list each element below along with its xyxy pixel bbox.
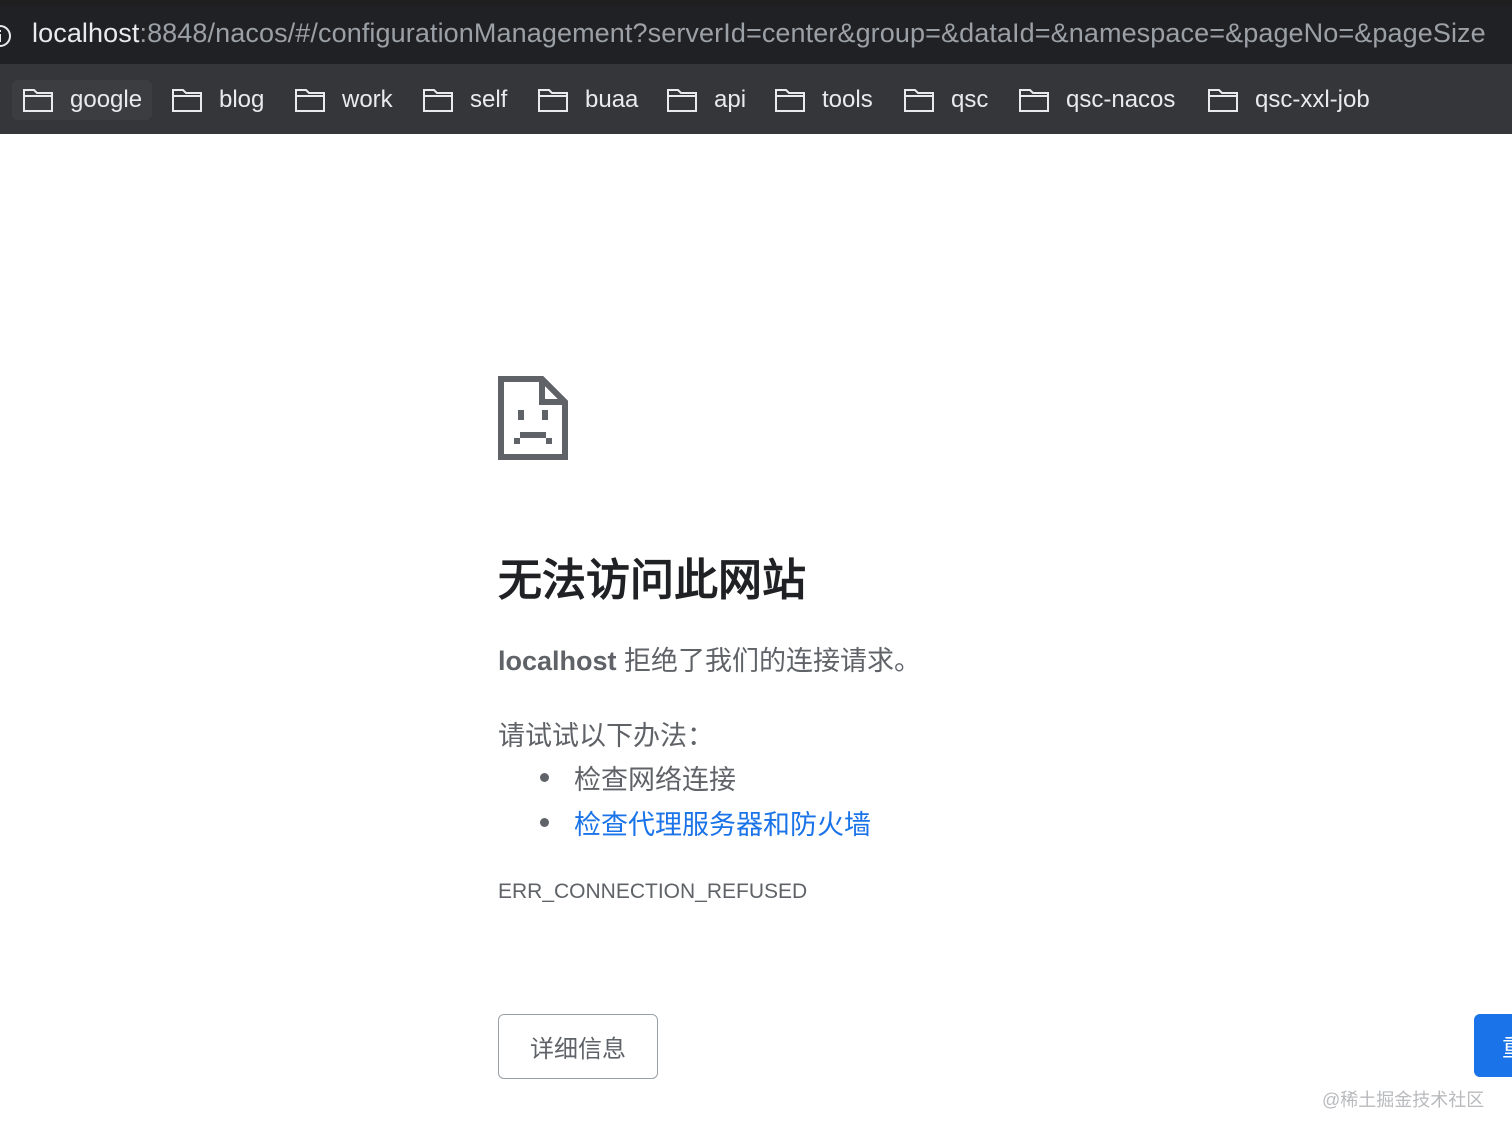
folder-icon	[295, 89, 325, 112]
error-host: localhost	[498, 646, 617, 676]
watermark: @稀土掘金技术社区	[1322, 1090, 1485, 1110]
error-code: ERR_CONNECTION_REFUSED	[498, 880, 808, 903]
info-icon[interactable]	[0, 24, 12, 48]
address-bar[interactable]: localhost:8848/nacos/#/configurationMana…	[0, 6, 1512, 64]
bookmark-folder-self[interactable]: self	[422, 80, 507, 120]
error-page: 无法访问此网站 localhost 拒绝了我们的连接请求。 请试试以下办法： 检…	[0, 134, 1512, 1137]
reload-button[interactable]: 重	[1474, 1014, 1512, 1077]
bookmark-label: qsc	[951, 86, 989, 113]
bookmark-label: self	[470, 86, 508, 113]
folder-icon	[423, 89, 453, 112]
folder-icon	[904, 89, 934, 112]
bookmark-folder-qsc-nacos[interactable]: qsc-nacos	[1018, 80, 1175, 120]
bookmark-label: blog	[219, 86, 265, 113]
bookmark-label: api	[714, 86, 747, 113]
suggestion-link-proxy-firewall[interactable]: 检查代理服务器和防火墙	[540, 803, 871, 842]
suggestion-link-text[interactable]: 检查代理服务器和防火墙	[574, 803, 871, 842]
bookmark-folder-blog[interactable]: blog	[171, 80, 264, 120]
suggestion-item: 检查网络连接	[540, 758, 736, 797]
bullet	[540, 773, 549, 782]
folder-icon	[1208, 89, 1238, 112]
folder-icon	[775, 89, 805, 112]
bookmark-folder-tools[interactable]: tools	[774, 80, 873, 120]
error-heading: 无法访问此网站	[498, 556, 806, 605]
bookmark-label: qsc-xxl-job	[1255, 86, 1370, 113]
url-host: localhost	[32, 18, 140, 48]
error-message-text: 拒绝了我们的连接请求。	[624, 646, 922, 676]
folder-icon	[23, 89, 53, 112]
folder-icon	[1019, 89, 1049, 112]
bookmark-folder-google[interactable]: google	[12, 80, 153, 120]
bookmark-folder-work[interactable]: work	[294, 80, 393, 120]
bookmark-folder-qsc-xxl-job[interactable]: qsc-xxl-job	[1207, 80, 1370, 120]
bookmark-label: buaa	[585, 86, 639, 113]
bookmark-folder-api[interactable]: api	[666, 80, 746, 120]
url-path: :8848/nacos/#/configurationManagement?se…	[139, 18, 1486, 48]
bookmark-folder-buaa[interactable]: buaa	[537, 80, 638, 120]
suggestions-label: 请试试以下办法：	[498, 721, 714, 751]
details-button[interactable]: 详细信息	[498, 1014, 658, 1079]
url-text[interactable]: localhost:8848/nacos/#/configurationMana…	[32, 18, 1486, 49]
bookmark-label: qsc-nacos	[1066, 86, 1176, 113]
bookmarks-bar: google blog work self buaa api tools qsc…	[0, 64, 1512, 134]
bullet	[540, 818, 549, 827]
folder-icon	[172, 89, 202, 112]
bookmark-folder-qsc[interactable]: qsc	[903, 80, 988, 120]
folder-icon	[538, 89, 568, 112]
sad-page-icon	[498, 376, 568, 465]
error-message: localhost 拒绝了我们的连接请求。	[498, 639, 921, 678]
bookmark-label: work	[342, 86, 393, 113]
folder-icon	[667, 89, 697, 112]
bookmark-label: google	[70, 86, 143, 113]
bookmark-label: tools	[822, 86, 873, 113]
suggestion-text: 检查网络连接	[574, 765, 736, 795]
